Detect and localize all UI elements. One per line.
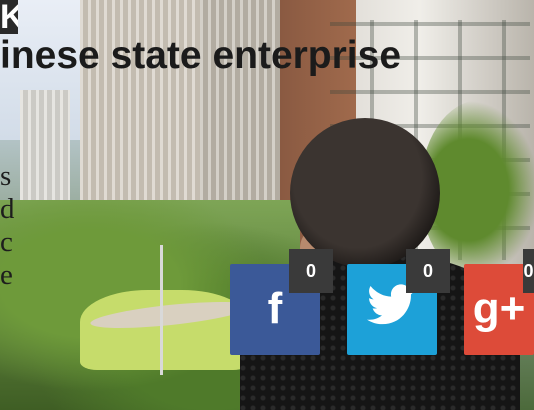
close-glyph: K <box>0 0 18 34</box>
body-line-2: d <box>0 193 14 225</box>
google-plus-share-button[interactable]: g+ 0 <box>464 249 534 355</box>
person-head <box>290 118 440 268</box>
body-line-3: c <box>0 226 13 258</box>
body-line-1: s <box>0 160 12 192</box>
facebook-share-button[interactable]: f 0 <box>230 249 333 355</box>
facebook-share-count: 0 <box>289 249 333 293</box>
distant-tower <box>20 90 70 210</box>
google-plus-share-count: 0 <box>523 249 534 293</box>
twitter-share-count: 0 <box>406 249 450 293</box>
article-title: inese state enterprise <box>0 34 402 77</box>
lamp-post <box>160 245 163 375</box>
article-body-fragment: s d c e <box>0 160 14 292</box>
close-button[interactable]: K <box>0 0 18 34</box>
body-line-4: e <box>0 259 13 291</box>
twitter-share-button[interactable]: 0 <box>347 249 450 355</box>
